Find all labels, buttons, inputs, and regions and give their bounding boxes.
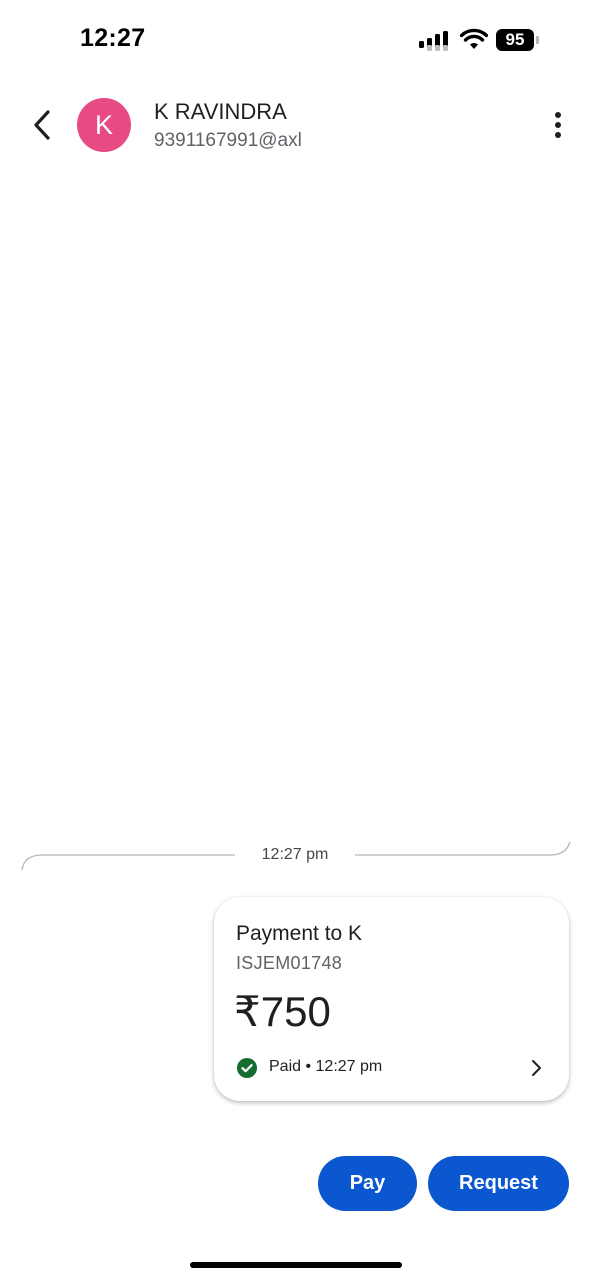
payment-status: Paid • 12:27 pm	[269, 1058, 383, 1075]
contact-upi-id: 9391167991@axl	[154, 130, 302, 151]
pay-button[interactable]: Pay	[318, 1156, 417, 1211]
request-button-label: Request	[459, 1172, 538, 1194]
payment-reference: ISJEM01748	[236, 953, 343, 973]
battery-level: 95	[496, 29, 534, 51]
back-arrow-icon	[34, 110, 50, 140]
chat-timestamp: 12:27 pm	[235, 846, 355, 864]
back-button[interactable]	[22, 104, 62, 146]
more-vert-icon	[555, 112, 561, 138]
request-button[interactable]: Request	[428, 1156, 569, 1211]
payment-title: Payment to K	[236, 922, 363, 945]
wifi-icon	[460, 28, 488, 49]
check-circle-icon	[237, 1058, 257, 1078]
contact-name: K RAVINDRA	[154, 99, 287, 124]
battery-indicator: 95	[496, 29, 540, 51]
avatar-letter: K	[94, 109, 113, 140]
cellular-signal-icon	[419, 31, 448, 51]
pay-button-label: Pay	[349, 1172, 386, 1194]
payment-card[interactable]: Payment to K ISJEM01748 ₹750 Paid • 12:2…	[214, 897, 569, 1101]
battery-tip	[536, 36, 539, 44]
home-indicator[interactable]	[190, 1262, 402, 1268]
payment-amount: ₹750	[234, 988, 331, 1035]
status-time: 12:27	[80, 24, 146, 52]
avatar[interactable]: K	[77, 98, 131, 152]
more-options-button[interactable]	[540, 106, 576, 144]
chevron-right-icon[interactable]	[526, 1058, 546, 1078]
